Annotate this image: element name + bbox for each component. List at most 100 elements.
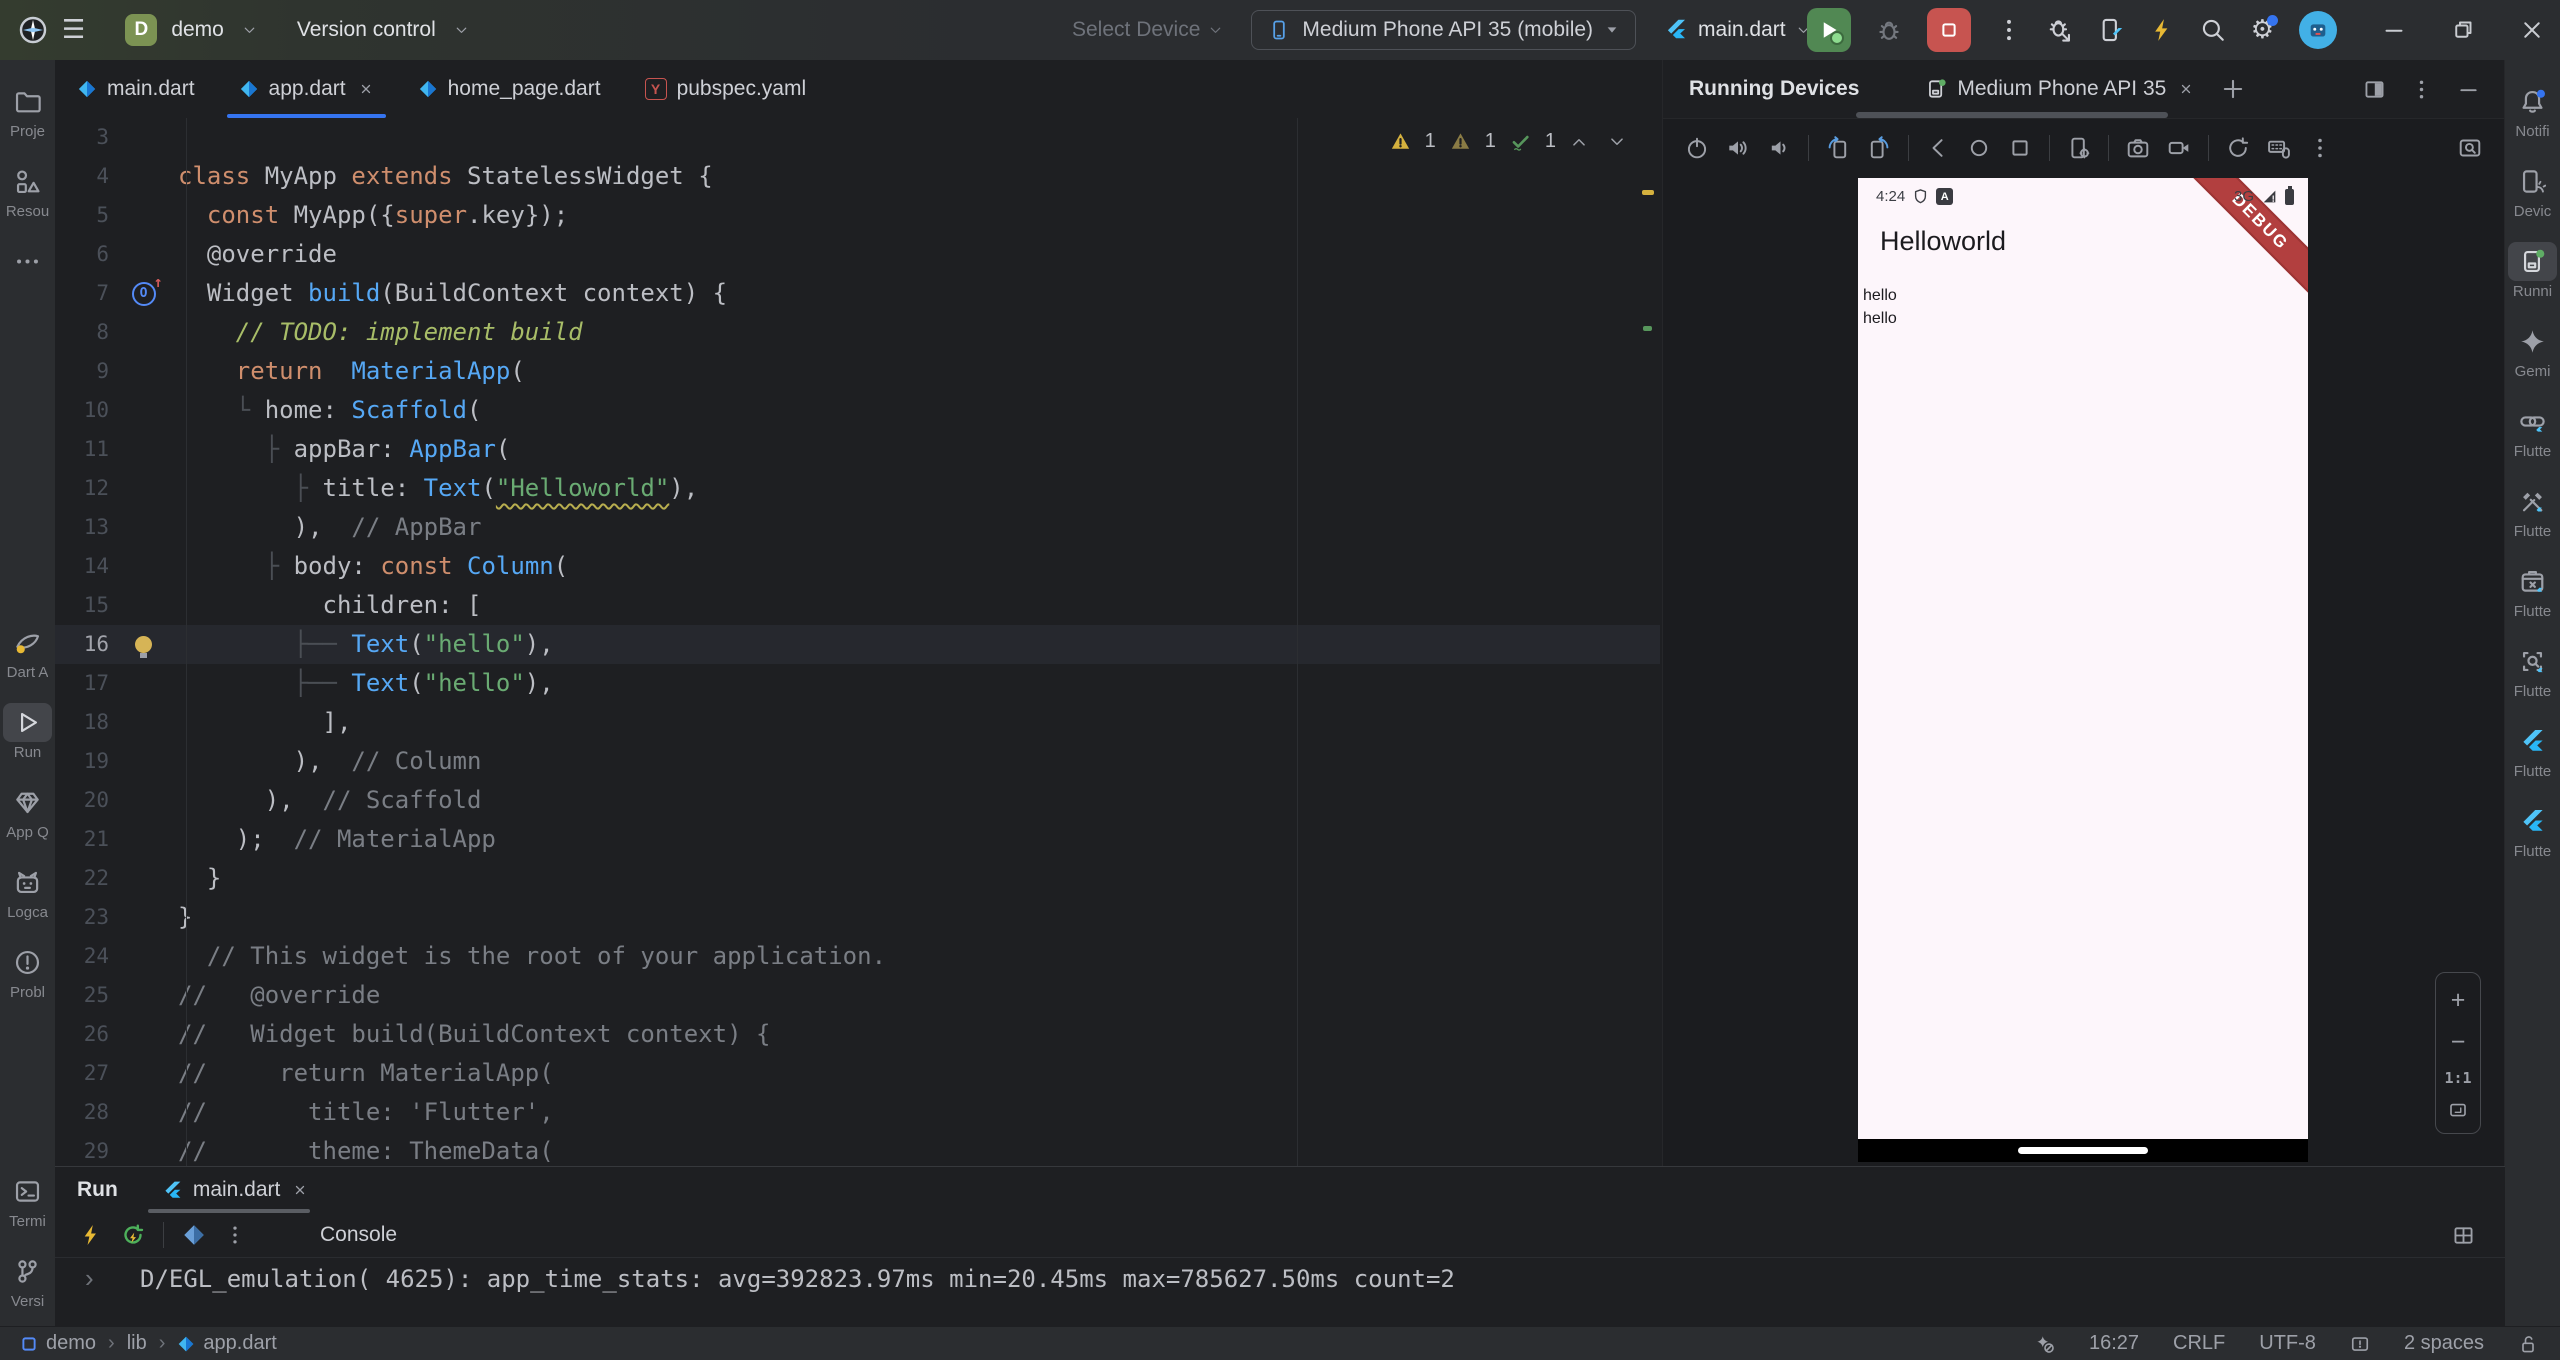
vcs-menu[interactable]: Version control — [297, 18, 436, 42]
console-tab[interactable]: Console — [320, 1223, 397, 1247]
device-tab[interactable]: Medium Phone API 35 — [1925, 77, 2194, 101]
emulator-display[interactable]: DEBUG 4:24 A 3G Helloworld hello hello — [1858, 178, 2308, 1162]
tool-stripe-item-Devic[interactable]: Devic — [2505, 162, 2560, 220]
close-tab-icon[interactable] — [2178, 81, 2194, 97]
gesture-pill[interactable] — [2018, 1147, 2148, 1154]
snapshot-restart-icon[interactable] — [2226, 136, 2250, 160]
breadcrumb[interactable]: demo › lib › app.dart — [20, 1332, 277, 1355]
editor-tab-main.dart[interactable]: main.dart — [55, 60, 217, 118]
line-number[interactable]: 11 — [55, 430, 109, 469]
tool-stripe-item-Gemi[interactable]: Gemi — [2505, 322, 2560, 380]
line-number[interactable]: 14 — [55, 547, 109, 586]
hot-reload-icon[interactable] — [79, 1223, 103, 1247]
code-line-4[interactable]: 4 class MyApp extends StatelessWidget { — [55, 157, 1660, 196]
volume-down-icon[interactable] — [1767, 136, 1791, 160]
emulator-screen[interactable]: DEBUG 4:24 A 3G Helloworld hello hello — [1858, 178, 2308, 1139]
line-number[interactable]: 23 — [55, 898, 109, 937]
next-problem-icon[interactable] — [1608, 133, 1626, 151]
line-number[interactable]: 8 — [55, 313, 109, 352]
line-number[interactable]: 9 — [55, 352, 109, 391]
more-v-icon[interactable] — [2308, 136, 2332, 160]
breadcrumb-item[interactable]: lib — [127, 1332, 147, 1355]
layout-settings-icon[interactable] — [2452, 1224, 2475, 1247]
code-line-6[interactable]: 6 @override — [55, 235, 1660, 274]
editor-tab-app.dart[interactable]: app.dart — [217, 60, 396, 118]
rotate-left-icon[interactable] — [1826, 136, 1850, 160]
code-editor[interactable]: 3 4 class MyApp extends StatelessWidget {5… — [55, 118, 1660, 1166]
console-output[interactable]: › D/EGL_emulation( 4625): app_time_stats… — [55, 1257, 2505, 1327]
inspections-widget[interactable]: 1 1 1 — [1390, 130, 1626, 153]
line-number[interactable]: 20 — [55, 781, 109, 820]
code-line-24[interactable]: 24 // This widget is the root of your ap… — [55, 937, 1660, 976]
code-line-12[interactable]: 12 ├ title: Text("Helloworld"), — [55, 469, 1660, 508]
search-icon[interactable] — [2200, 17, 2226, 43]
window-close-button[interactable] — [2520, 18, 2544, 42]
line-number[interactable]: 22 — [55, 859, 109, 898]
add-device-tab-icon[interactable] — [2220, 76, 2246, 102]
device-settings-icon[interactable] — [2067, 136, 2091, 160]
code-line-20[interactable]: 20 ), // Scaffold — [55, 781, 1660, 820]
tool-stripe-item-Proje[interactable]: Proje — [0, 82, 55, 140]
line-number[interactable]: 21 — [55, 820, 109, 859]
code-line-9[interactable]: 9 return MaterialApp( — [55, 352, 1660, 391]
breadcrumb-item[interactable]: app.dart — [177, 1332, 277, 1355]
settings-gear-icon[interactable]: ⚙ — [2251, 15, 2278, 43]
scrollbar-ok-tick[interactable] — [1643, 326, 1652, 331]
zoom-reset-button[interactable]: 1:1 — [2444, 1069, 2471, 1087]
code-line-5[interactable]: 5 const MyApp({super.key}); — [55, 196, 1660, 235]
line-number[interactable]: 10 — [55, 391, 109, 430]
tool-stripe-item-Resou[interactable]: Resou — [0, 162, 55, 220]
power-icon[interactable] — [1685, 136, 1709, 160]
tool-stripe-item-Versi[interactable]: Versi — [0, 1252, 55, 1310]
tool-stripe-item-Termi[interactable]: Termi — [0, 1172, 55, 1230]
zoom-mode-icon[interactable] — [2458, 118, 2482, 178]
code-line-21[interactable]: 21 ); // MaterialApp — [55, 820, 1660, 859]
close-tab-icon[interactable] — [292, 1182, 308, 1198]
tool-stripe-item-Runni[interactable]: Runni — [2505, 242, 2560, 300]
line-number[interactable]: 4 — [55, 157, 109, 196]
zoom-out-button[interactable]: − — [2451, 1028, 2466, 1057]
select-device-dropdown[interactable]: Select Device — [1072, 18, 1223, 42]
line-number[interactable]: 26 — [55, 1015, 109, 1054]
hardware-input-icon[interactable] — [2267, 136, 2291, 160]
line-number[interactable]: 28 — [55, 1093, 109, 1132]
tool-stripe-item-Logca[interactable]: Logca — [0, 863, 55, 921]
code-line-10[interactable]: 10 └ home: Scaffold( — [55, 391, 1660, 430]
panel-options-icon[interactable] — [2410, 78, 2433, 101]
line-number[interactable]: 18 — [55, 703, 109, 742]
tool-stripe-item-Probl[interactable]: Probl — [0, 943, 55, 1001]
nav-back-icon[interactable] — [1926, 136, 1950, 160]
debug-icon[interactable] — [1876, 17, 1902, 43]
code-line-14[interactable]: 14 ├ body: const Column( — [55, 547, 1660, 586]
lock-open-icon[interactable] — [2518, 1334, 2538, 1354]
code-line-28[interactable]: 28 // title: 'Flutter', — [55, 1093, 1660, 1132]
status-widget[interactable]: 2 spaces — [2404, 1332, 2484, 1355]
attach-debugger-icon[interactable] — [2047, 17, 2073, 43]
nav-home-icon[interactable] — [1967, 136, 1991, 160]
user-avatar[interactable] — [2299, 11, 2337, 49]
stop-button[interactable] — [1926, 8, 1971, 52]
code-line-16[interactable]: 16 ├── Text("hello"), — [55, 625, 1660, 664]
line-number[interactable]: 3 — [55, 118, 109, 157]
code-line-7[interactable]: 7 O ↑ Widget build(BuildContext context) { — [55, 274, 1660, 313]
line-number[interactable]: 6 — [55, 235, 109, 274]
split-view-icon[interactable] — [2363, 78, 2386, 101]
nav-overview-icon[interactable] — [2008, 136, 2032, 160]
hot-restart-icon[interactable] — [121, 1223, 145, 1247]
camera-icon[interactable] — [2126, 136, 2150, 160]
tool-stripe-item-Notifi[interactable]: Notifi — [2505, 82, 2560, 140]
close-tab-icon[interactable] — [358, 81, 374, 97]
more-options-icon[interactable] — [224, 1224, 246, 1246]
code-line-17[interactable]: 17 ├── Text("hello"), — [55, 664, 1660, 703]
tool-stripe-item-Flutte[interactable]: Flutte — [2505, 562, 2560, 620]
ai-off-icon[interactable] — [2035, 1334, 2055, 1354]
run-tab[interactable]: main.dart — [147, 1167, 311, 1213]
code-line-18[interactable]: 18 ], — [55, 703, 1660, 742]
hot-reload-icon[interactable] — [2149, 17, 2175, 43]
code-line-26[interactable]: 26 // Widget build(BuildContext context) … — [55, 1015, 1660, 1054]
line-number[interactable]: 27 — [55, 1054, 109, 1093]
editor-tab-pubspec.yaml[interactable]: Ypubspec.yaml — [623, 60, 829, 118]
intention-bulb-icon[interactable] — [135, 636, 152, 658]
window-maximize-button[interactable] — [2451, 18, 2475, 42]
volume-up-icon[interactable] — [1726, 136, 1750, 160]
